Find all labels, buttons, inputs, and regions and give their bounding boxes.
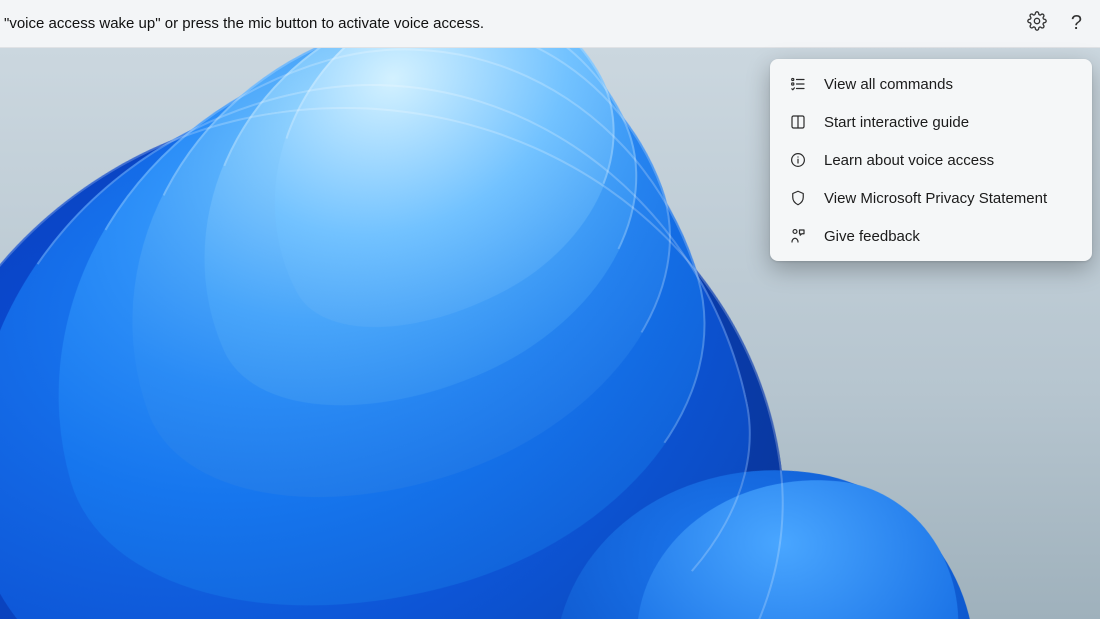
menu-item-learn-about-voice-access[interactable]: Learn about voice access: [770, 141, 1092, 179]
menu-item-view-all-commands[interactable]: View all commands: [770, 65, 1092, 103]
gear-icon: [1027, 11, 1047, 36]
menu-item-label: Start interactive guide: [824, 114, 1072, 131]
help-menu: View all commands Start interactive guid…: [770, 59, 1092, 261]
menu-item-label: Give feedback: [824, 228, 1072, 245]
menu-item-start-interactive-guide[interactable]: Start interactive guide: [770, 103, 1092, 141]
feedback-icon: [788, 226, 808, 246]
menu-item-give-feedback[interactable]: Give feedback: [770, 217, 1092, 255]
help-icon: ?: [1071, 12, 1082, 34]
menu-item-label: View Microsoft Privacy Statement: [824, 190, 1072, 207]
voice-access-bar-actions: ?: [1025, 12, 1082, 36]
help-button[interactable]: ?: [1071, 12, 1082, 35]
menu-item-label: Learn about voice access: [824, 152, 1072, 169]
menu-item-privacy-statement[interactable]: View Microsoft Privacy Statement: [770, 179, 1092, 217]
book-icon: [788, 112, 808, 132]
list-icon: [788, 74, 808, 94]
menu-item-label: View all commands: [824, 76, 1072, 93]
shield-icon: [788, 188, 808, 208]
settings-button[interactable]: [1025, 12, 1049, 36]
voice-access-bar: "voice access wake up" or press the mic …: [0, 0, 1100, 48]
voice-access-hint-text: "voice access wake up" or press the mic …: [4, 15, 484, 32]
info-icon: [788, 150, 808, 170]
